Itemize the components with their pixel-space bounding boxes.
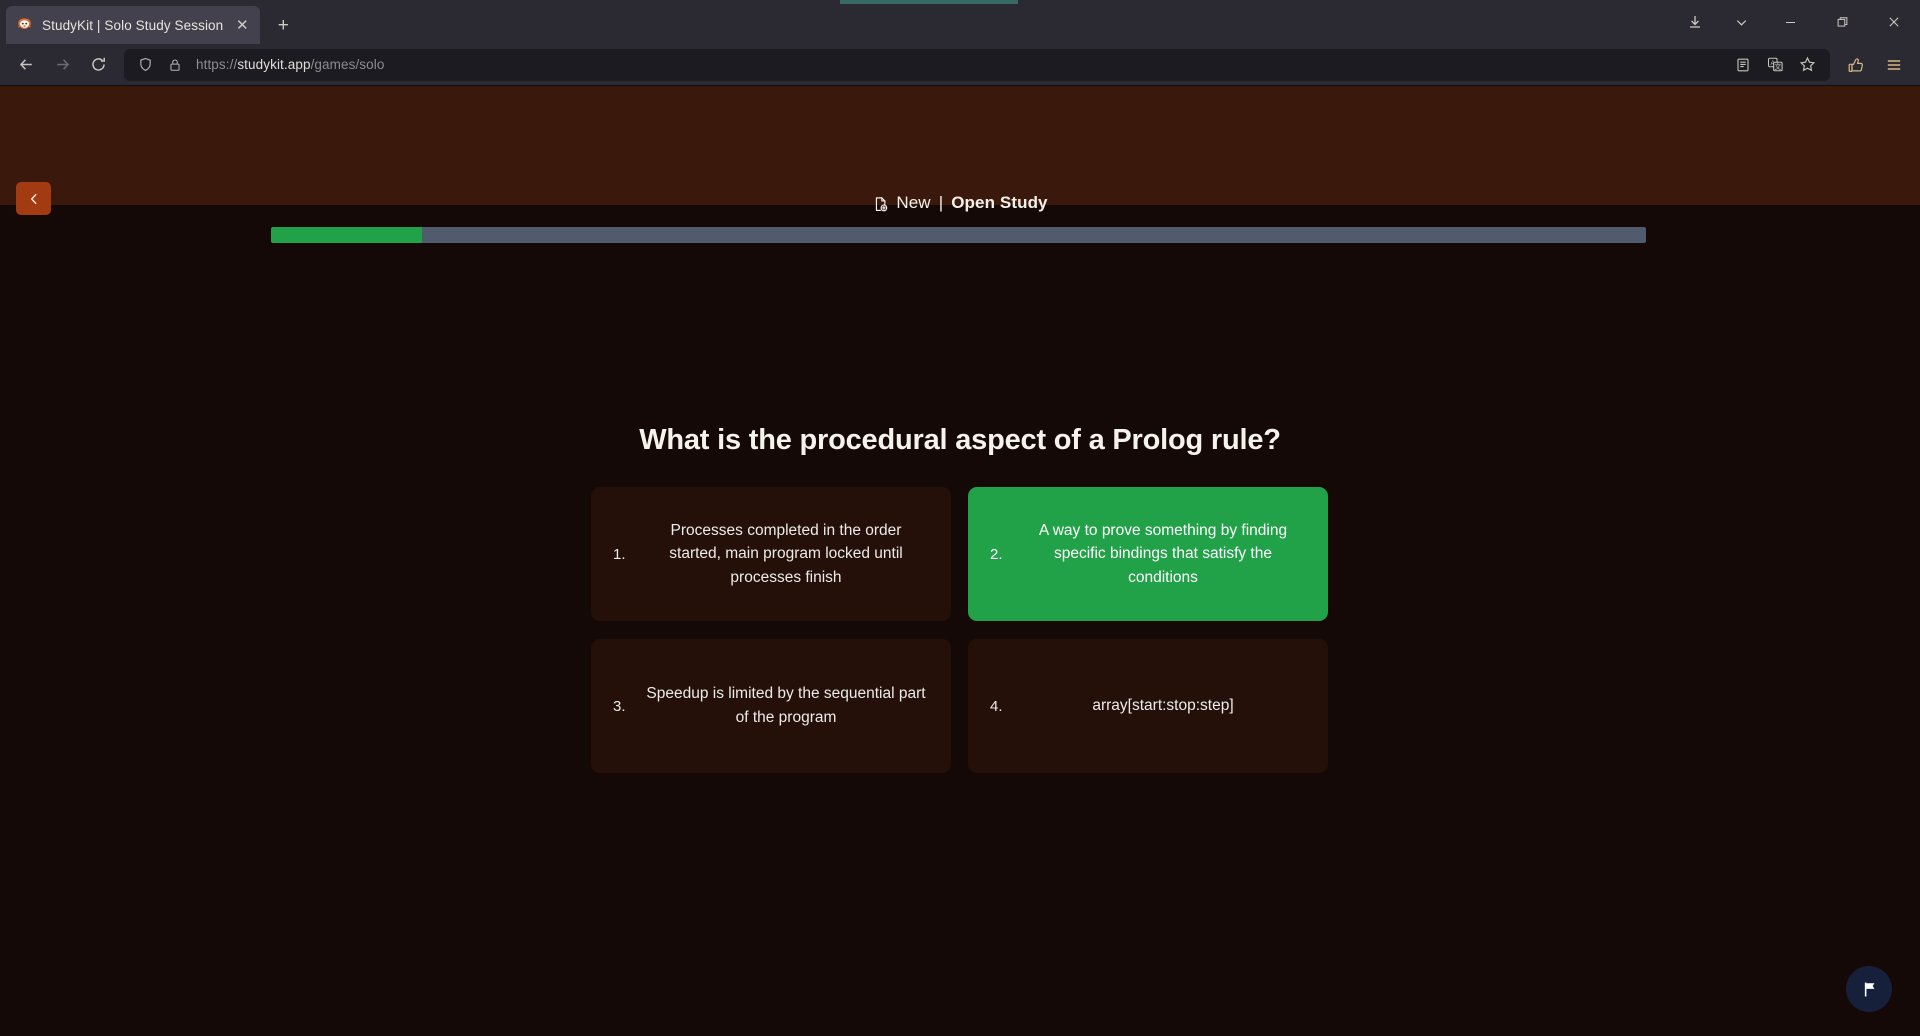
downloads-button[interactable] [1672,0,1718,44]
app-menu-button[interactable] [1876,49,1912,81]
window-drag-strip [840,0,1018,4]
answer-option-number: 3. [613,697,626,715]
back-nav-button[interactable] [8,49,44,81]
answer-option-1[interactable]: 1. Processes completed in the order star… [591,487,951,621]
answer-options-grid: 1. Processes completed in the order star… [591,487,1329,773]
downloads-chevron-button[interactable] [1718,0,1764,44]
new-tab-button[interactable]: + [268,10,298,40]
browser-navigation-bar: https://studykit.app/games/solo A 文 [0,44,1920,86]
shield-icon[interactable] [132,52,158,78]
forward-nav-button[interactable] [44,49,80,81]
translate-button[interactable]: A 文 [1760,49,1790,81]
extensions-icon [1848,57,1863,72]
bookmark-star-button[interactable] [1792,49,1822,81]
tab-strip: StudyKit | Solo Study Session ✕ + [0,0,1672,44]
answer-option-text: Speedup is limited by the sequential par… [646,685,926,726]
answer-option-number: 1. [613,545,626,563]
flag-icon [1864,982,1874,996]
minimize-icon [1785,21,1795,23]
answer-option-number: 4. [990,697,1003,715]
report-problem-button[interactable] [1846,966,1892,1012]
hamburger-menu-icon [1887,59,1901,70]
lock-icon[interactable] [162,52,188,78]
extensions-button[interactable] [1838,49,1874,81]
maximize-icon [1837,16,1847,27]
translate-icon: A 文 [1767,57,1783,72]
close-window-button[interactable] [1868,0,1920,44]
answer-option-4[interactable]: 4. array[start:stop:step] [968,639,1328,773]
browser-titlebar: StudyKit | Solo Study Session ✕ + [0,0,1920,44]
close-icon [1889,17,1899,27]
study-session-header: New | Open Study [0,86,1920,243]
tab-close-button[interactable]: ✕ [232,15,252,35]
url-bar-actions: A 文 [1728,49,1822,81]
minimize-button[interactable] [1764,0,1816,44]
window-controls [1672,0,1920,44]
downloads-icon [1690,16,1700,28]
answer-option-2[interactable]: 2. A way to prove something by finding s… [968,487,1328,621]
browser-window: StudyKit | Solo Study Session ✕ + https:… [0,0,1920,1036]
reload-button[interactable] [80,49,116,81]
tab-title: StudyKit | Solo Study Session [42,17,224,33]
reload-icon [91,57,105,71]
url-text[interactable]: https://studykit.app/games/solo [196,57,384,72]
page-viewport: New | Open Study What is the procedural … [0,86,1920,1036]
arrow-left-icon [19,59,32,70]
answer-option-number: 2. [990,545,1003,563]
answer-option-text: Processes completed in the order started… [669,521,903,586]
answer-option-text: A way to prove something by finding spec… [1038,521,1288,586]
reader-mode-button[interactable] [1728,49,1758,81]
url-bar[interactable]: https://studykit.app/games/solo A 文 [124,48,1830,81]
answer-option-3[interactable]: 3. Speedup is limited by the sequential … [591,639,951,773]
arrow-right-icon [56,59,69,70]
maximize-button[interactable] [1816,0,1868,44]
quiz-area: What is the procedural aspect of a Prolo… [0,205,1920,1036]
chevron-down-icon [1736,19,1746,26]
browser-tab[interactable]: StudyKit | Solo Study Session ✕ [6,6,261,44]
answer-option-text: array[start:stop:step] [1092,697,1234,715]
question-text: What is the procedural aspect of a Prolo… [639,424,1281,456]
toolbar-right-actions [1838,49,1912,81]
firefox-favicon [18,17,31,29]
svg-text:文: 文 [1774,62,1781,71]
bookmark-star-icon [1799,56,1815,72]
reader-mode-icon [1737,58,1749,71]
